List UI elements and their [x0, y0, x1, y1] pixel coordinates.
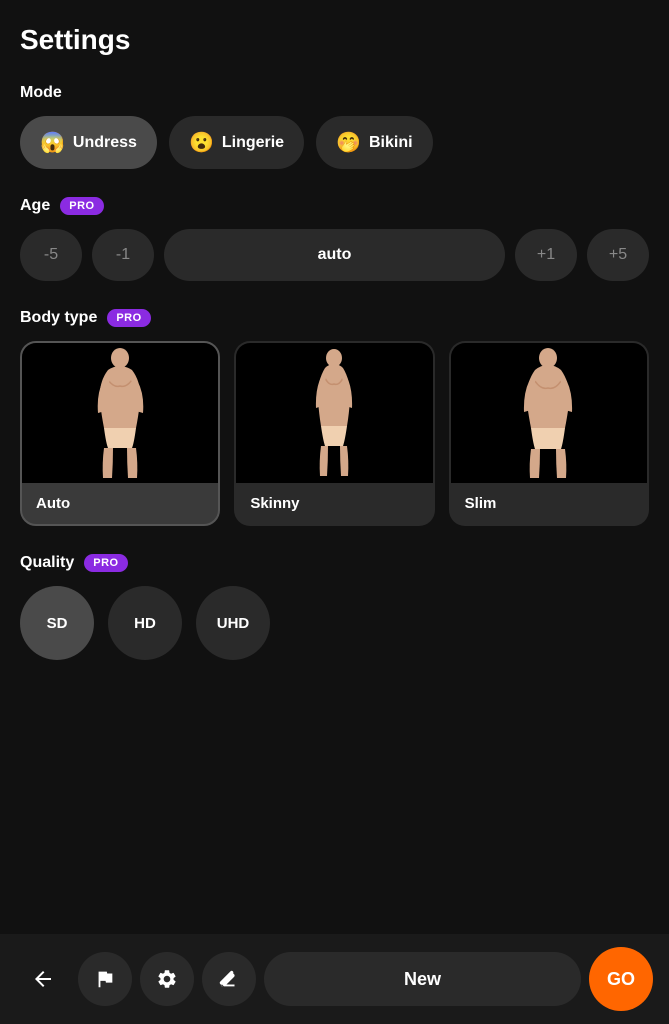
- quality-uhd-button[interactable]: UHD: [196, 586, 270, 660]
- age-plus5-button[interactable]: +5: [587, 229, 649, 281]
- quality-pro-badge: PRO: [84, 554, 127, 572]
- body-type-skinny-image: [236, 343, 432, 483]
- bikini-emoji: 🤭: [336, 130, 361, 155]
- gear-icon: [156, 968, 178, 990]
- eraser-icon: [218, 968, 240, 990]
- body-figure-skinny: [307, 348, 362, 478]
- age-label: Age PRO: [20, 197, 649, 215]
- back-icon: [31, 967, 55, 991]
- flag-icon: [94, 968, 116, 990]
- body-type-options: Auto Skinny: [20, 341, 649, 526]
- settings-page: Settings Mode 😱 Undress 😮 Lingerie 🤭 Bik…: [0, 0, 669, 788]
- flag-button[interactable]: [78, 952, 132, 1006]
- undress-label: Undress: [73, 134, 137, 152]
- body-figure-auto: [88, 348, 153, 478]
- age-section: Age PRO -5 -1 auto +1 +5: [20, 197, 649, 281]
- mode-lingerie-button[interactable]: 😮 Lingerie: [169, 116, 304, 169]
- body-figure-slim: [516, 348, 581, 478]
- age-plus1-button[interactable]: +1: [515, 229, 577, 281]
- bikini-label: Bikini: [369, 134, 413, 152]
- quality-hd-button[interactable]: HD: [108, 586, 182, 660]
- body-type-auto-label: Auto: [22, 483, 218, 524]
- bottom-bar: New GO: [0, 934, 669, 1024]
- settings-button[interactable]: [140, 952, 194, 1006]
- go-button[interactable]: GO: [589, 947, 653, 1011]
- age-options: -5 -1 auto +1 +5: [20, 229, 649, 281]
- new-button[interactable]: New: [264, 952, 581, 1006]
- quality-sd-button[interactable]: SD: [20, 586, 94, 660]
- body-type-skinny-label: Skinny: [236, 483, 432, 524]
- back-button[interactable]: [16, 952, 70, 1006]
- body-type-pro-badge: PRO: [107, 309, 150, 327]
- quality-options: SD HD UHD: [20, 586, 649, 660]
- quality-label: Quality PRO: [20, 554, 649, 572]
- mode-section: Mode 😱 Undress 😮 Lingerie 🤭 Bikini: [20, 84, 649, 169]
- body-type-slim-label: Slim: [451, 483, 647, 524]
- body-type-slim-card[interactable]: Slim: [449, 341, 649, 526]
- body-type-auto-image: [22, 343, 218, 483]
- new-label: New: [404, 969, 441, 990]
- mode-bikini-button[interactable]: 🤭 Bikini: [316, 116, 432, 169]
- age-pro-badge: PRO: [60, 197, 103, 215]
- undress-emoji: 😱: [40, 130, 65, 155]
- body-type-skinny-card[interactable]: Skinny: [234, 341, 434, 526]
- mode-label: Mode: [20, 84, 649, 102]
- age-auto-button[interactable]: auto: [164, 229, 505, 281]
- age-minus1-button[interactable]: -1: [92, 229, 154, 281]
- lingerie-emoji: 😮: [189, 130, 214, 155]
- lingerie-label: Lingerie: [222, 134, 284, 152]
- mode-undress-button[interactable]: 😱 Undress: [20, 116, 157, 169]
- go-label: GO: [607, 969, 635, 990]
- body-type-section: Body type PRO: [20, 309, 649, 526]
- age-minus5-button[interactable]: -5: [20, 229, 82, 281]
- mode-options: 😱 Undress 😮 Lingerie 🤭 Bikini: [20, 116, 649, 169]
- eraser-button[interactable]: [202, 952, 256, 1006]
- quality-section: Quality PRO SD HD UHD: [20, 554, 649, 660]
- body-type-slim-image: [451, 343, 647, 483]
- body-type-label: Body type PRO: [20, 309, 649, 327]
- page-title: Settings: [20, 24, 649, 56]
- body-type-auto-card[interactable]: Auto: [20, 341, 220, 526]
